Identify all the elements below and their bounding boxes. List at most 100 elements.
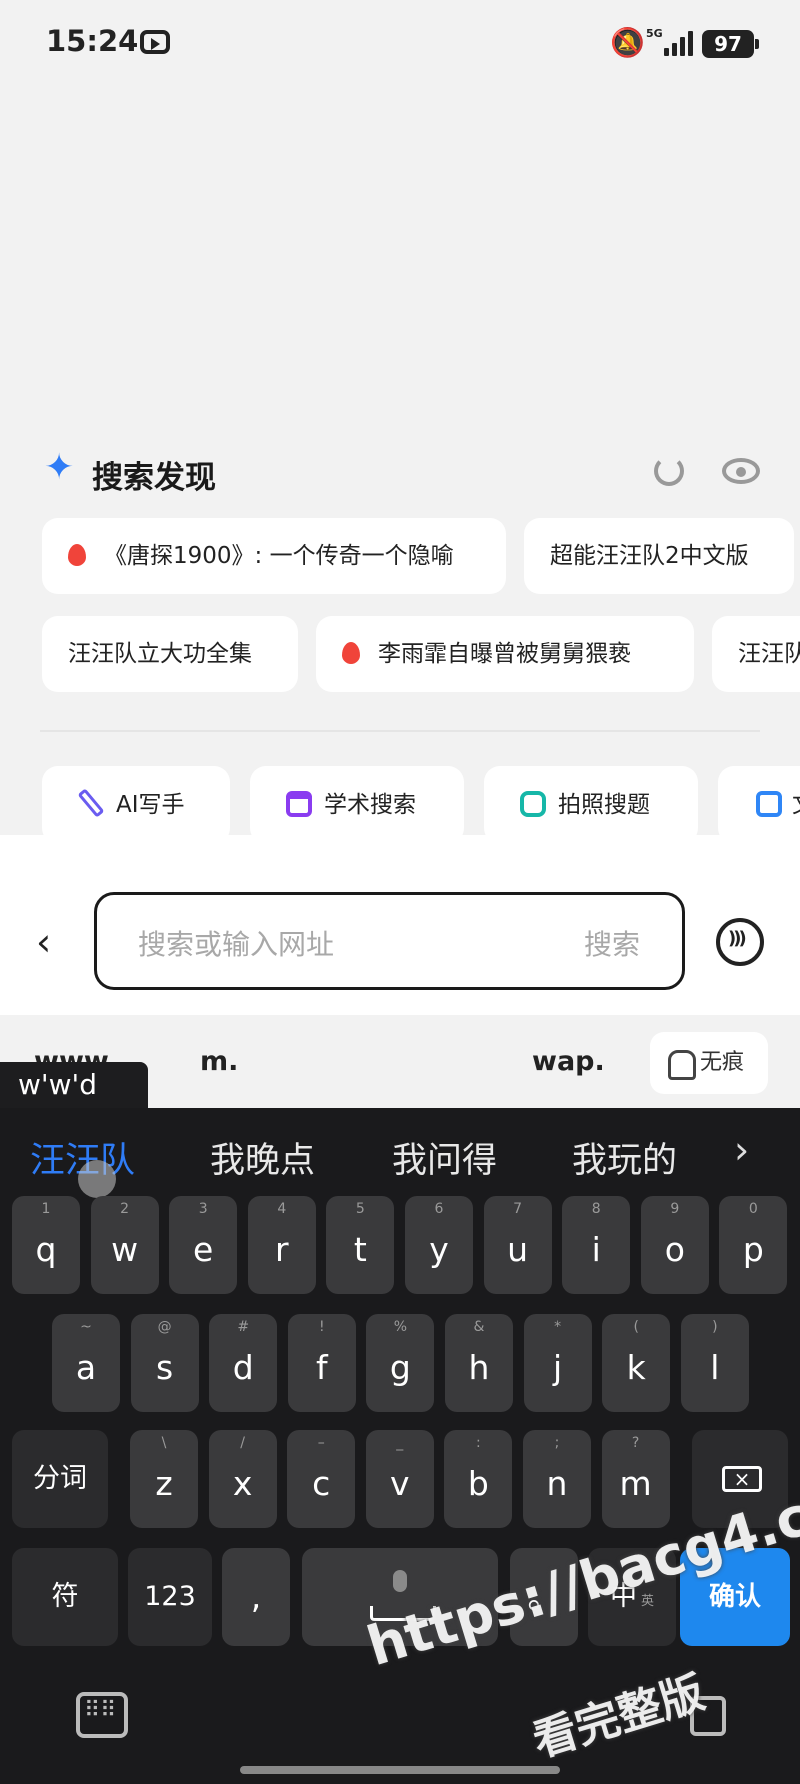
- key-secondary-label: 0: [748, 1201, 758, 1217]
- pinyin-compose-text: w'w'd: [0, 1062, 148, 1108]
- key-label: k: [626, 1348, 646, 1387]
- key-secondary-label: 9: [670, 1201, 680, 1217]
- tool-document[interactable]: 文: [718, 766, 800, 844]
- key-label: n: [546, 1464, 568, 1503]
- key-label: w: [111, 1230, 139, 1269]
- key-a[interactable]: ~ a: [52, 1314, 120, 1412]
- key-label: p: [742, 1230, 764, 1269]
- keyboard-switch-icon[interactable]: [76, 1692, 128, 1738]
- key-n[interactable]: ; n: [523, 1430, 591, 1528]
- network-type: 5G: [646, 27, 663, 40]
- tool-photo-search[interactable]: 拍照搜题: [484, 766, 698, 844]
- key-k[interactable]: (k: [602, 1314, 671, 1412]
- key-f[interactable]: ! f: [287, 1314, 356, 1412]
- key-label: b: [467, 1464, 489, 1503]
- more-candidates-icon[interactable]: ›: [734, 1128, 749, 1172]
- candidate-word[interactable]: 我晚点: [210, 1132, 315, 1183]
- key-label: y: [429, 1230, 449, 1269]
- key-label: j: [553, 1348, 563, 1387]
- key-label: r: [275, 1230, 289, 1269]
- trending-chip[interactable]: 汪汪队立大功全集: [42, 616, 298, 692]
- key-secondary-label: 7: [513, 1201, 523, 1217]
- key-label: c: [312, 1464, 331, 1503]
- key-label: i: [591, 1230, 601, 1269]
- search-placeholder: 搜索或输入网址: [138, 928, 335, 961]
- eye-icon[interactable]: [722, 458, 760, 484]
- key-secondary-label: –: [317, 1435, 325, 1451]
- search-button[interactable]: 搜索: [584, 923, 640, 963]
- trending-chip[interactable]: 《唐探1900》: 一个传奇一个隐喻: [42, 518, 506, 594]
- trending-chip[interactable]: 汪汪队: [712, 616, 800, 692]
- key-label: m: [619, 1464, 652, 1503]
- key-t[interactable]: 5t: [326, 1196, 395, 1294]
- key-r[interactable]: 4r: [247, 1196, 316, 1294]
- key-p[interactable]: 0p: [719, 1196, 788, 1294]
- key-e[interactable]: 3e: [169, 1196, 238, 1294]
- key-x[interactable]: / x: [208, 1430, 277, 1528]
- candidate-word[interactable]: 我玩的: [572, 1132, 677, 1183]
- key-w[interactable]: 2w: [90, 1196, 159, 1294]
- suggestion-m[interactable]: m.: [200, 1046, 238, 1077]
- mute-bell-icon: 🔕: [610, 26, 645, 59]
- key-secondary-label: ;: [554, 1435, 560, 1451]
- hot-fire-icon: [68, 544, 86, 566]
- key-label: a: [75, 1348, 97, 1387]
- key-label: v: [390, 1464, 410, 1503]
- key-label: o: [664, 1230, 685, 1269]
- key-secondary-label: 8: [591, 1201, 601, 1217]
- key-h[interactable]: & h: [445, 1314, 513, 1412]
- key-y[interactable]: 6y: [405, 1196, 473, 1294]
- backspace-icon: ×: [722, 1466, 762, 1492]
- key-o[interactable]: 9o: [640, 1196, 709, 1294]
- voice-search-icon[interactable]: [716, 918, 764, 966]
- key-secondary-label: #: [237, 1319, 250, 1335]
- key-label: l: [710, 1348, 720, 1387]
- document-icon: [756, 791, 782, 817]
- key-g[interactable]: % g: [366, 1314, 435, 1412]
- key-s[interactable]: @ s: [130, 1314, 199, 1412]
- key-d[interactable]: # d: [209, 1314, 278, 1412]
- trending-chip[interactable]: 李雨霏自曝曾被舅舅猥亵: [316, 616, 694, 692]
- microphone-icon: [393, 1570, 407, 1592]
- tool-ai-writer[interactable]: AI写手: [42, 766, 230, 844]
- camera-icon: [520, 791, 546, 817]
- key-secondary-label: _: [396, 1435, 404, 1451]
- refresh-icon[interactable]: [654, 456, 684, 486]
- key-secondary-label: (: [633, 1319, 639, 1335]
- key-m[interactable]: ? m: [601, 1430, 670, 1528]
- key-label: s: [155, 1348, 174, 1387]
- key-j[interactable]: * j: [523, 1314, 592, 1412]
- key-label: f: [315, 1348, 328, 1387]
- key-secondary-label: :: [476, 1435, 481, 1451]
- section-divider: [40, 730, 760, 732]
- key-secondary-label: 6: [434, 1201, 444, 1217]
- numbers-key[interactable]: 123: [128, 1548, 212, 1646]
- back-chevron-icon[interactable]: ‹: [36, 920, 51, 964]
- symbol-key[interactable]: 符: [12, 1548, 118, 1646]
- key-u[interactable]: 7u: [483, 1196, 552, 1294]
- key-b[interactable]: :b: [444, 1430, 513, 1528]
- hot-fire-icon: [342, 642, 360, 664]
- key-c[interactable]: – c: [287, 1430, 356, 1528]
- key-label: z: [155, 1464, 173, 1503]
- suggestion-wap[interactable]: wap.: [532, 1046, 605, 1077]
- key-i[interactable]: 8i: [562, 1196, 631, 1294]
- key-z[interactable]: \ z: [130, 1430, 198, 1528]
- comma-key[interactable]: ,: [222, 1548, 290, 1646]
- key-secondary-label: \: [161, 1435, 167, 1451]
- incognito-button[interactable]: 无痕: [650, 1032, 768, 1094]
- key-v[interactable]: _ v: [365, 1430, 434, 1528]
- key-q[interactable]: 1q: [12, 1196, 80, 1294]
- candidate-word[interactable]: 我问得: [392, 1132, 497, 1183]
- tool-academic-search[interactable]: 学术搜索: [250, 766, 464, 844]
- trending-chip[interactable]: 超能汪汪队2中文版: [524, 518, 794, 594]
- segment-key[interactable]: 分词: [12, 1430, 108, 1528]
- key-secondary-label: /: [240, 1435, 245, 1451]
- key-label: e: [193, 1230, 214, 1269]
- key-secondary-label: ?: [631, 1435, 640, 1451]
- key-l[interactable]: ) l: [680, 1314, 749, 1412]
- key-label: h: [468, 1348, 490, 1387]
- touch-indicator: [78, 1160, 116, 1198]
- home-indicator[interactable]: [240, 1766, 560, 1774]
- graduation-cap-icon: [286, 791, 312, 817]
